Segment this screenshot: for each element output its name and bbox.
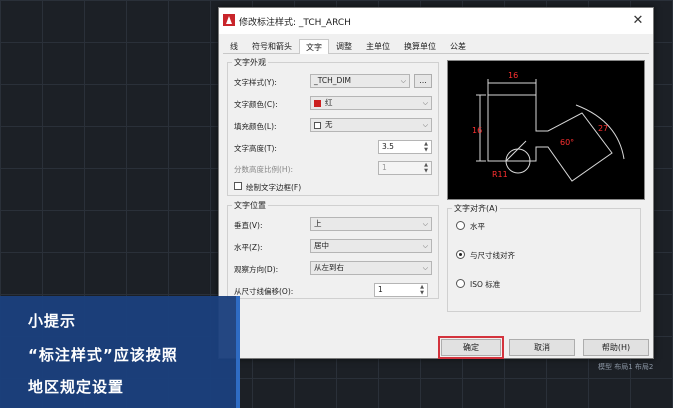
align-horizontal-radio[interactable]	[456, 221, 465, 230]
tab-alternate-units[interactable]: 换算单位	[397, 38, 443, 53]
text-color-label: 文字颜色(C):	[234, 100, 278, 109]
offset-label: 从尺寸线偏移(O):	[234, 287, 294, 296]
horizontal-label: 水平(Z):	[234, 243, 263, 252]
fraction-height-stepper: 1 ▲ ▼	[378, 161, 432, 175]
fraction-height-value: 1	[382, 163, 387, 172]
modify-dimension-style-dialog: 修改标注样式: _TCH_ARCH ✕ 线 符号和箭头 文字 调整 主单位 换算…	[218, 7, 654, 359]
tip-title: 小提示	[28, 312, 77, 330]
close-button[interactable]: ✕	[629, 12, 647, 30]
text-style-label: 文字样式(Y):	[234, 78, 277, 87]
draw-frame-checkbox[interactable]	[234, 182, 242, 190]
red-color-swatch	[314, 100, 321, 107]
tip-overlay: 小提示 “标注样式”应该按照 地区规定设置	[0, 296, 240, 408]
chevron-down-icon: ⌵	[400, 77, 406, 85]
vertical-value: 上	[314, 219, 322, 228]
spin-arrows-icon[interactable]: ▲ ▼	[422, 141, 430, 153]
text-height-stepper[interactable]: 3.5 ▲ ▼	[378, 140, 432, 154]
dialog-title: 修改标注样式: _TCH_ARCH	[239, 18, 351, 28]
align-iso-label: ISO 标准	[470, 280, 501, 289]
spin-arrows-icon[interactable]: ▲ ▼	[418, 284, 426, 296]
text-style-select[interactable]: _TCH_DIM ⌵	[310, 74, 410, 88]
empty-color-swatch	[314, 122, 321, 129]
dimension-preview: 16 16 27 60° R11	[447, 60, 645, 200]
text-height-label: 文字高度(T):	[234, 144, 277, 153]
text-color-value: 红	[325, 98, 333, 107]
help-button[interactable]: 帮助(H)	[583, 339, 649, 356]
preview-label-4: 60°	[560, 138, 574, 147]
cancel-button[interactable]: 取消	[509, 339, 575, 356]
fill-color-label: 填充颜色(L):	[234, 122, 277, 131]
tab-tolerances[interactable]: 公差	[443, 38, 473, 53]
text-appearance-group: 文字外观 文字样式(Y): _TCH_DIM ⌵ ... 文字颜色(C): 红 …	[227, 57, 439, 196]
tab-symbols-arrows[interactable]: 符号和箭头	[245, 38, 299, 53]
chevron-down-icon: ⌵	[422, 99, 428, 107]
horizontal-value: 居中	[314, 241, 329, 250]
offset-value: 1	[378, 285, 383, 294]
align-with-dimline-radio[interactable]	[456, 250, 465, 259]
tab-bar: 线 符号和箭头 文字 调整 主单位 换算单位 公差	[223, 38, 649, 54]
horizontal-select[interactable]: 居中 ⌵	[310, 239, 432, 253]
tip-line-2: “标注样式”应该按照	[28, 346, 178, 364]
text-height-value: 3.5	[382, 142, 394, 151]
chevron-down-icon: ⌵	[422, 264, 428, 272]
offset-stepper[interactable]: 1 ▲ ▼	[374, 283, 428, 297]
text-color-select[interactable]: 红 ⌵	[310, 96, 432, 110]
spin-arrows-icon: ▲ ▼	[424, 162, 428, 174]
align-horizontal-label: 水平	[470, 222, 485, 231]
fill-color-select[interactable]: 无 ⌵	[310, 118, 432, 132]
align-with-dimline-label: 与尺寸线对齐	[470, 251, 515, 260]
tab-primary-units[interactable]: 主单位	[359, 38, 397, 53]
chevron-down-icon: ⌵	[422, 220, 428, 228]
draw-frame-label: 绘制文字边框(F)	[246, 183, 302, 192]
view-direction-label: 观察方向(D):	[234, 265, 279, 274]
tip-line-3: 地区规定设置	[28, 378, 125, 396]
preview-label-2: 16	[472, 126, 482, 135]
text-style-browse-button[interactable]: ...	[414, 74, 432, 88]
preview-label-1: 16	[508, 71, 518, 80]
autocad-logo-icon	[223, 14, 235, 26]
preview-drawing: 16 16 27 60° R11	[472, 71, 625, 182]
view-direction-value: 从左到右	[314, 263, 344, 272]
tab-lines[interactable]: 线	[223, 38, 245, 53]
vertical-label: 垂直(V):	[234, 221, 263, 230]
dialog-titlebar[interactable]: 修改标注样式: _TCH_ARCH ✕	[219, 8, 653, 34]
text-style-value: _TCH_DIM	[314, 76, 351, 85]
text-alignment-group: 文字对齐(A) 水平 与尺寸线对齐 ISO 标准	[447, 203, 641, 312]
text-appearance-title: 文字外观	[232, 57, 268, 68]
preview-label-3: 27	[598, 124, 608, 133]
text-placement-title: 文字位置	[232, 200, 268, 211]
view-direction-select[interactable]: 从左到右 ⌵	[310, 261, 432, 275]
preview-label-5: R11	[492, 170, 508, 179]
chevron-down-icon: ⌵	[422, 242, 428, 250]
text-placement-group: 文字位置 垂直(V): 上 ⌵ 水平(Z): 居中 ⌵ 观察方向(D): 从左到…	[227, 200, 439, 299]
chevron-down-icon: ⌵	[422, 121, 428, 129]
text-alignment-title: 文字对齐(A)	[452, 203, 500, 214]
vertical-select[interactable]: 上 ⌵	[310, 217, 432, 231]
align-iso-radio[interactable]	[456, 279, 465, 288]
ok-button[interactable]: 确定	[438, 336, 504, 359]
fill-color-value: 无	[325, 120, 333, 129]
tab-text[interactable]: 文字	[299, 39, 329, 54]
status-text: 模型 布局1 布局2	[598, 363, 654, 371]
fraction-height-label: 分数高度比例(H):	[234, 165, 294, 174]
tab-fit[interactable]: 调整	[329, 38, 359, 53]
